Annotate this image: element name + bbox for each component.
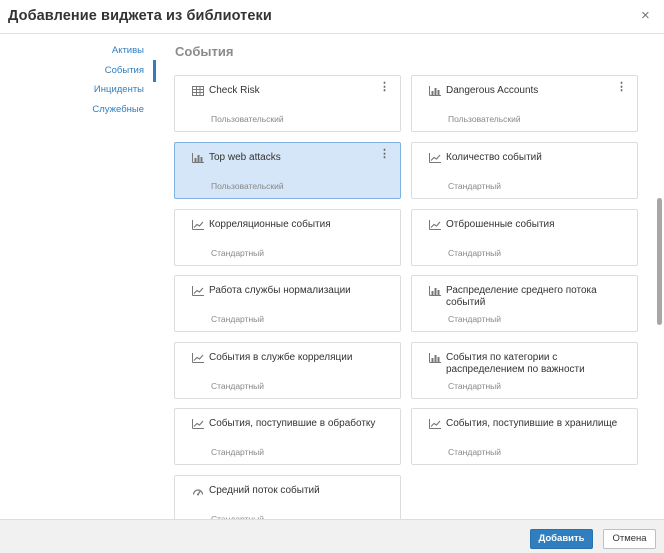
nav-item-service[interactable]: Служебные [92, 104, 144, 115]
dialog-title: Добавление виджета из библиотеки [8, 8, 272, 24]
widget-name: Отброшенные события [446, 219, 555, 230]
widget-type: Стандартный [448, 381, 502, 391]
widget-name: События, поступившие в обработку [209, 418, 376, 429]
widget-card-events-to-processing[interactable]: События, поступившие в обработку Стандар… [174, 408, 401, 465]
widget-type: Стандартный [448, 248, 502, 258]
widget-type: Стандартный [448, 181, 502, 191]
widget-card-event-count[interactable]: Количество событий Стандартный [411, 142, 638, 199]
widget-type: Стандартный [448, 447, 502, 457]
widget-name: Корреляционные события [209, 219, 331, 230]
widget-card-events-by-category[interactable]: События по категории с распределением по… [411, 342, 638, 399]
widget-library-dialog: Добавление виджета из библиотеки × Актив… [0, 0, 664, 553]
nav-item-events[interactable]: События [105, 65, 144, 76]
add-button[interactable]: Добавить [530, 529, 593, 549]
close-icon[interactable]: × [641, 8, 650, 24]
widget-name: Распределение среднего потока событий [446, 285, 597, 308]
widget-type: Стандартный [211, 314, 265, 324]
widget-type: Пользовательский [211, 181, 284, 191]
dialog-header: Добавление виджета из библиотеки × [0, 0, 664, 34]
cancel-button[interactable]: Отмена [603, 529, 656, 549]
widget-name: Работа службы нормализации [209, 285, 351, 296]
nav-item-incidents[interactable]: Инциденты [94, 84, 144, 95]
widget-type: Стандартный [211, 447, 265, 457]
widget-name: Top web attacks [209, 152, 281, 163]
bar-chart-icon [429, 86, 441, 96]
line-chart-icon [429, 220, 441, 230]
widget-list: События Check Risk Пользовательский ⋮ Da… [164, 35, 654, 519]
widget-name: Dangerous Accounts [446, 85, 539, 96]
widget-card-events-to-storage[interactable]: События, поступившие в хранилище Стандар… [411, 408, 638, 465]
widget-card-normalization-service[interactable]: Работа службы нормализации Стандартный [174, 275, 401, 332]
widget-type: Пользовательский [211, 114, 284, 124]
more-menu-icon[interactable]: ⋮ [616, 82, 627, 93]
widget-card-top-web-attacks[interactable]: Top web attacks Пользовательский ⋮ [174, 142, 401, 199]
line-chart-icon [429, 153, 441, 163]
bar-chart-icon [192, 153, 204, 163]
widget-name: События в службе корреляции [209, 352, 353, 363]
bar-chart-icon [429, 353, 441, 363]
widget-name: Средний поток событий [209, 485, 320, 496]
line-chart-icon [192, 220, 204, 230]
table-icon [192, 86, 204, 96]
widget-name: Количество событий [446, 152, 542, 163]
scrollbar-thumb[interactable] [657, 198, 662, 325]
nav-item-assets[interactable]: Активы [112, 45, 144, 56]
bar-chart-icon [429, 286, 441, 296]
more-menu-icon[interactable]: ⋮ [379, 82, 390, 93]
widget-card-correlation-events[interactable]: Корреляционные события Стандартный [174, 209, 401, 266]
widget-card-avg-flow-distribution[interactable]: Распределение среднего потока событий Ст… [411, 275, 638, 332]
widget-card-check-risk[interactable]: Check Risk Пользовательский ⋮ [174, 75, 401, 132]
dialog-footer: Добавить Отмена [0, 519, 664, 553]
line-chart-icon [429, 419, 441, 429]
widget-type: Стандартный [211, 248, 265, 258]
more-menu-icon[interactable]: ⋮ [379, 149, 390, 160]
line-chart-icon [192, 419, 204, 429]
scrollbar[interactable] [656, 35, 664, 519]
widget-name: События, поступившие в хранилище [446, 418, 618, 429]
widget-type: Стандартный [211, 381, 265, 391]
widget-card-correlation-service-events[interactable]: События в службе корреляции Стандартный [174, 342, 401, 399]
nav-active-indicator [153, 60, 156, 82]
widget-card-dropped-events[interactable]: Отброшенные события Стандартный [411, 209, 638, 266]
widget-type: Стандартный [448, 314, 502, 324]
widget-card-avg-event-flow[interactable]: Средний поток событий Стандартный [174, 475, 401, 519]
widget-type: Пользовательский [448, 114, 521, 124]
widget-name: Check Risk [209, 85, 260, 96]
widget-card-dangerous-accounts[interactable]: Dangerous Accounts Пользовательский ⋮ [411, 75, 638, 132]
widget-name: События по категории с распределением по… [446, 352, 585, 375]
line-chart-icon [192, 353, 204, 363]
line-chart-icon [192, 286, 204, 296]
section-title: События [175, 44, 234, 59]
gauge-icon [192, 489, 204, 496]
